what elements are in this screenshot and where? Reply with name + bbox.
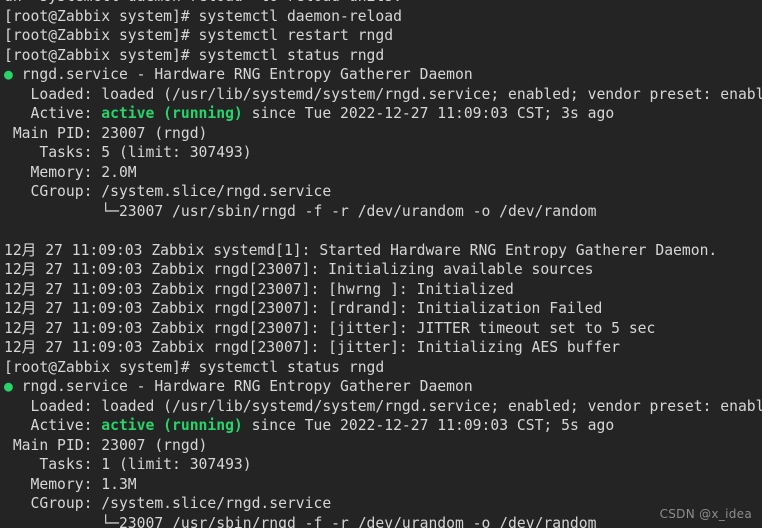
line-13-journal-started: 12月 27 11:09:03 Zabbix systemd[1]: Start…: [0, 241, 762, 261]
terminal-text: Tasks: 5 (limit: 307493): [4, 144, 252, 161]
terminal-text: 12月 27 11:09:03 Zabbix systemd[1]: Start…: [4, 241, 718, 259]
terminal-text: [root@Zabbix system]# systemctl daemon-r…: [4, 7, 402, 25]
terminal-text: Main PID: 23007 (rngd): [4, 436, 208, 454]
terminal-text: Loaded: loaded (/usr/lib/systemd/system/…: [4, 85, 762, 103]
line-23-mainpid-2: Main PID: 23007 (rngd): [0, 436, 762, 456]
line-5-loaded-1: Loaded: loaded (/usr/lib/systemd/system/…: [0, 85, 762, 105]
terminal-text: Memory: 1.3M: [4, 475, 137, 493]
terminal-text: Tasks: 1 (limit: 307493): [4, 456, 252, 473]
terminal-output: un `systemctl daemon-reload` to reload u…: [0, 0, 762, 528]
line-4-unit-header-1: ● rngd.service - Hardware RNG Entropy Ga…: [0, 65, 762, 85]
terminal-text: └─23007 /usr/sbin/rngd -f -r /dev/urando…: [4, 514, 597, 528]
terminal-text: rngd.service - Hardware RNG Entropy Gath…: [12, 378, 473, 395]
terminal-text: un `systemctl daemon-reload` to reload u…: [4, 0, 402, 5]
line-22-active-2: Active: active (running) since Tue 2022-…: [0, 416, 762, 436]
line-21-loaded-2: Loaded: loaded (/usr/lib/systemd/system/…: [0, 397, 762, 417]
line-19-cmd-status-rngd-2: [root@Zabbix system]# systemctl status r…: [0, 358, 762, 378]
terminal-text: Main PID: 23007 (rngd): [4, 124, 208, 142]
line-14-journal-init-sources: 12月 27 11:09:03 Zabbix rngd[23007]: Init…: [0, 260, 762, 280]
line-7-mainpid-1: Main PID: 23007 (rngd): [0, 124, 762, 144]
line-9-memory-1: Memory: 2.0M: [0, 163, 762, 183]
line-26-cgroup-2: CGroup: /system.slice/rngd.service: [0, 494, 762, 514]
terminal-text: [root@Zabbix system]# systemctl restart …: [4, 27, 394, 44]
line-16-journal-rdrand: 12月 27 11:09:03 Zabbix rngd[23007]: [rdr…: [0, 299, 762, 319]
terminal-text: 12月 27 11:09:03 Zabbix rngd[23007]: [jit…: [4, 319, 656, 337]
line-2-cmd-restart-rngd: [root@Zabbix system]# systemctl restart …: [0, 26, 762, 46]
line-27-cgroup-proc-2: └─23007 /usr/sbin/rngd -f -r /dev/urando…: [0, 514, 762, 528]
terminal-text: 12月 27 11:09:03 Zabbix rngd[23007]: [rdr…: [4, 300, 603, 317]
csdn-watermark: CSDN @x_idea: [659, 507, 752, 521]
terminal-text: └─23007 /usr/sbin/rngd -f -r /dev/urando…: [4, 202, 597, 220]
terminal-text: 12月 27 11:09:03 Zabbix rngd[23007]: [hwr…: [4, 280, 514, 298]
line-25-memory-2: Memory: 1.3M: [0, 475, 762, 495]
status-active-running: active (running): [101, 105, 243, 122]
line-15-journal-hwrng: 12月 27 11:09:03 Zabbix rngd[23007]: [hwr…: [0, 280, 762, 300]
line-8-tasks-1: Tasks: 5 (limit: 307493): [0, 143, 762, 163]
terminal-window[interactable]: un `systemctl daemon-reload` to reload u…: [0, 0, 762, 528]
line-20-unit-header-2: ● rngd.service - Hardware RNG Entropy Ga…: [0, 377, 762, 397]
terminal-text: since Tue 2022-12-27 11:09:03 CST; 3s ag…: [242, 105, 615, 122]
line-10-cgroup-1: CGroup: /system.slice/rngd.service: [0, 182, 762, 202]
terminal-text: rngd.service - Hardware RNG Entropy Gath…: [12, 66, 473, 83]
line-6-active-1: Active: active (running) since Tue 2022-…: [0, 104, 762, 124]
line-3-cmd-status-rngd-1: [root@Zabbix system]# systemctl status r…: [0, 46, 762, 66]
terminal-text: 12月 27 11:09:03 Zabbix rngd[23007]: [jit…: [4, 339, 620, 356]
terminal-text: Active:: [4, 105, 102, 122]
line-1-cmd-daemon-reload: [root@Zabbix system]# systemctl daemon-r…: [0, 7, 762, 27]
unit-status-bullet-icon: ●: [4, 378, 13, 395]
terminal-text: Memory: 2.0M: [4, 163, 137, 181]
unit-status-bullet-icon: ●: [4, 66, 13, 83]
terminal-text: CGroup: /system.slice/rngd.service: [4, 495, 332, 512]
terminal-text: since Tue 2022-12-27 11:09:03 CST; 5s ag…: [242, 417, 615, 434]
terminal-text: Active:: [4, 417, 102, 434]
terminal-text: CGroup: /system.slice/rngd.service: [4, 183, 332, 200]
terminal-text: Loaded: loaded (/usr/lib/systemd/system/…: [4, 397, 762, 415]
terminal-text: [root@Zabbix system]# systemctl status r…: [4, 46, 385, 64]
line-17-journal-jitter-timeout: 12月 27 11:09:03 Zabbix rngd[23007]: [jit…: [0, 319, 762, 339]
terminal-text: [root@Zabbix system]# systemctl status r…: [4, 358, 385, 376]
line-24-tasks-2: Tasks: 1 (limit: 307493): [0, 455, 762, 475]
terminal-text: 12月 27 11:09:03 Zabbix rngd[23007]: Init…: [4, 261, 594, 278]
status-active-running: active (running): [101, 417, 243, 434]
line-18-journal-jitter-aes: 12月 27 11:09:03 Zabbix rngd[23007]: [jit…: [0, 338, 762, 358]
line-12-blank-1: [0, 221, 762, 241]
line-11-cgroup-proc-1: └─23007 /usr/sbin/rngd -f -r /dev/urando…: [0, 202, 762, 222]
